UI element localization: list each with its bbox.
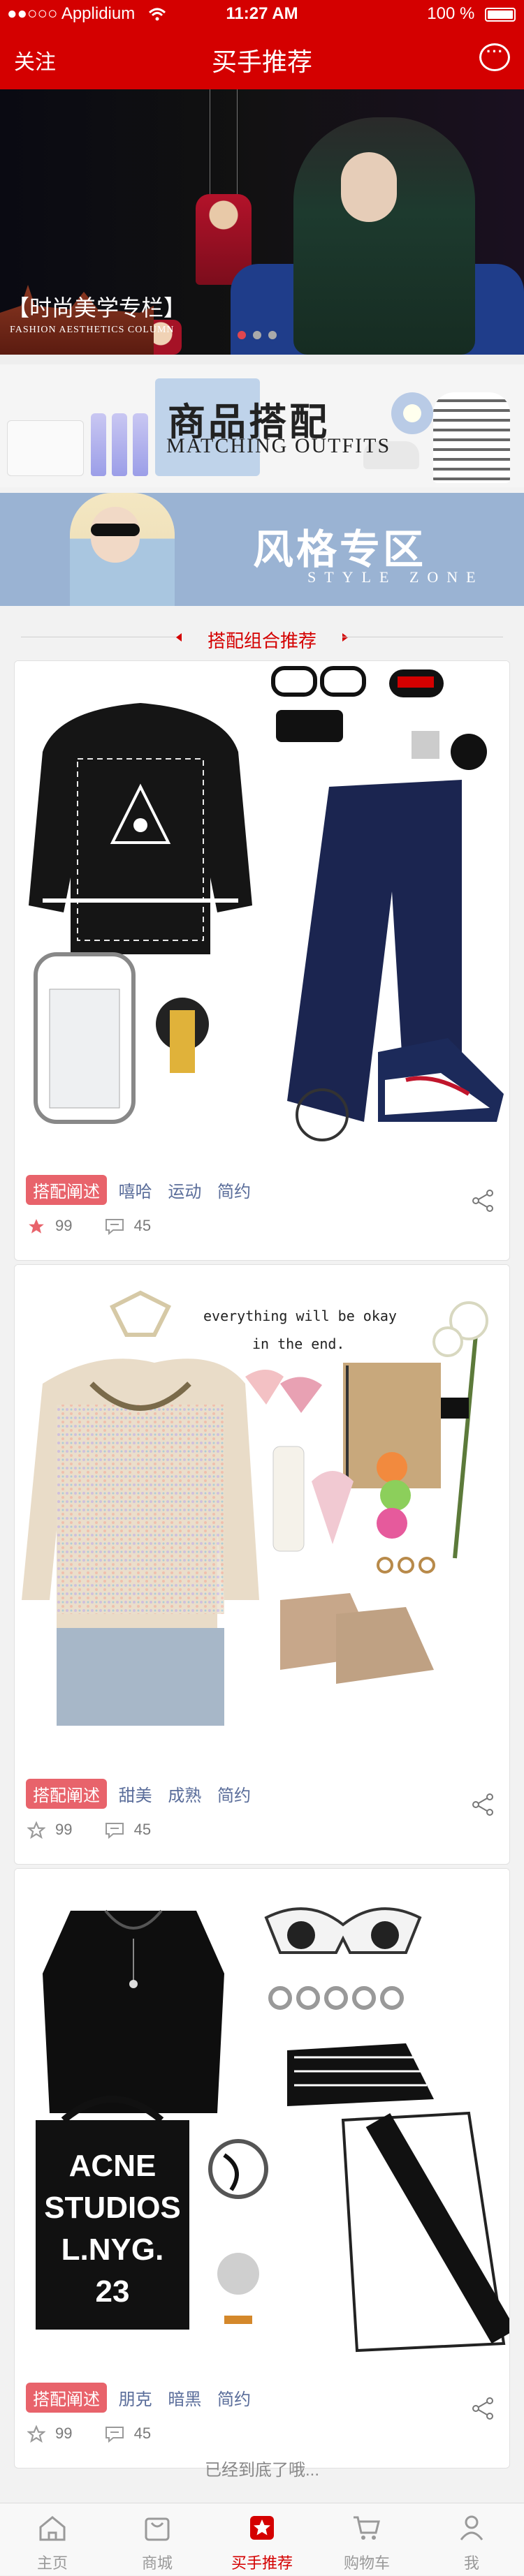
style-tag[interactable]: 运动 [168,1178,201,1202]
tote-text: ACNE [69,2149,157,2183]
tab-label: 购物车 [343,2554,390,2572]
style-tag[interactable]: 成熟 [168,1782,201,1806]
banner-subcaption: FASHION AESTHETICS COLUMN [10,325,175,335]
outfit-collage-image: everything will be okay in the end. [15,1265,509,1761]
style-zone-banner[interactable]: 风格专区 STYLE ZONE [0,493,524,606]
status-bar: ●●○○○ Applidium 11:27 AM 100 % [0,0,524,28]
description-tag[interactable]: 搭配阐述 [26,2383,107,2413]
arrow-right-icon [342,633,348,642]
battery-icon [485,7,516,22]
description-tag[interactable]: 搭配阐述 [26,1779,107,1809]
like-count: 99 [55,2425,73,2442]
share-icon[interactable] [472,1189,495,1213]
nail-polish-image [133,413,148,476]
carousel-dot[interactable] [253,331,261,339]
svg-text:STUDIOS: STUDIOS [44,2191,181,2225]
carousel-indicator [238,330,284,340]
like-count: 99 [55,1821,73,1838]
navigation-bar: 关注 买手推荐 [0,28,524,89]
nail-polish-image [112,413,127,476]
star-badge-icon [250,2516,274,2540]
like-count: 99 [55,1217,73,1234]
banner-caption: 【时尚美学专栏】 [7,295,187,320]
clutch-image [7,420,84,476]
tab-cart[interactable]: 购物车 [314,2503,419,2576]
tab-label: 商城 [141,2554,173,2572]
svg-text:in the end.: in the end. [252,1335,344,1352]
carousel-dot[interactable] [268,331,277,339]
chat-bubble-icon[interactable] [479,43,510,71]
divider [0,355,524,364]
svg-text:everything will be okay: everything will be okay [203,1308,397,1324]
style-tag[interactable]: 甜美 [119,1782,152,1806]
outfit-collage-image: ACNE STUDIOS L.NYG. 23 [15,1869,509,2364]
matching-subtitle: MATCHING OUTFITS [166,434,391,457]
comment-icon[interactable] [105,2426,124,2443]
section-title: 搭配组合推荐 [207,630,316,651]
matching-outfits-banner[interactable]: 商品搭配 MATCHING OUTFITS [0,364,524,487]
tab-home[interactable]: 主页 [0,2503,105,2576]
style-tag[interactable]: 简约 [217,1782,251,1806]
battery-label: 100 % [427,4,475,23]
style-zone-title: 风格专区 [253,527,427,572]
outfit-collage-image [15,661,509,1157]
tab-me[interactable]: 我 [419,2503,524,2576]
tank-top-image [433,392,510,483]
outfit-card[interactable]: everything will be okay in the end. 搭配阐述… [14,1264,510,1865]
share-icon[interactable] [472,2397,495,2420]
description-tag[interactable]: 搭配阐述 [26,1175,107,1205]
tag-row: 搭配阐述 嘻哈 运动 简约 [26,1175,262,1205]
hero-banner[interactable]: 【时尚美学专栏】 FASHION AESTHETICS COLUMN [0,89,524,355]
style-tag[interactable]: 朋克 [119,2385,152,2410]
puppet-strings [210,89,238,194]
section-header: 搭配组合推荐 [0,620,524,655]
star-icon[interactable] [27,1217,45,1236]
stats-row: 99 45 [27,1821,151,1842]
svg-text:23: 23 [96,2274,130,2309]
tab-label: 我 [463,2554,479,2572]
carousel-dot[interactable] [238,331,246,339]
style-tag[interactable]: 简约 [217,2385,251,2410]
nail-polish-image [91,413,106,476]
comment-icon[interactable] [105,1218,124,1236]
share-icon[interactable] [472,1793,495,1816]
model-image [293,117,475,355]
comment-count: 45 [133,1821,152,1838]
home-icon [39,2516,66,2541]
stats-row: 99 45 [27,1217,151,1238]
cart-icon [354,2516,380,2540]
end-of-list-text: 已经到底了哦... [204,2461,319,2480]
style-tag[interactable]: 暗黑 [168,2385,201,2410]
tab-buyer-picks[interactable]: 买手推荐 [210,2503,314,2576]
tab-label: 主页 [36,2554,68,2572]
stats-row: 99 45 [27,2425,151,2445]
star-icon[interactable] [27,1821,45,1840]
svg-text:L.NYG.: L.NYG. [61,2233,164,2267]
tag-row: 搭配阐述 甜美 成熟 简约 [26,1779,262,1809]
style-zone-subtitle: STYLE ZONE [307,568,484,586]
tab-label: 买手推荐 [231,2554,293,2572]
battery-status: 100 % [427,4,516,24]
comment-icon[interactable] [105,1822,124,1840]
user-icon [460,2515,483,2540]
comment-count: 45 [133,2425,152,2442]
tab-mall[interactable]: 商城 [105,2503,210,2576]
star-icon[interactable] [27,2425,45,2443]
tab-bar: 主页 商城 买手推荐 购物车 我 [0,2503,524,2575]
tag-row: 搭配阐述 朋克 暗黑 简约 [26,2383,262,2413]
style-tag[interactable]: 嘻哈 [119,1178,152,1202]
page-title: 买手推荐 [211,47,312,76]
comment-count: 45 [133,1217,152,1234]
sunglasses-image [91,524,140,536]
shopping-bag-icon [145,2517,170,2541]
outfit-card[interactable]: ACNE STUDIOS L.NYG. 23 搭配阐述 朋克 暗黑 简约 99 … [14,1868,510,2468]
outfit-card[interactable]: 搭配阐述 嘻哈 运动 简约 99 45 [14,660,510,1261]
model-face [341,152,397,222]
style-tag[interactable]: 简约 [217,1178,251,1202]
flower-image [391,392,433,434]
